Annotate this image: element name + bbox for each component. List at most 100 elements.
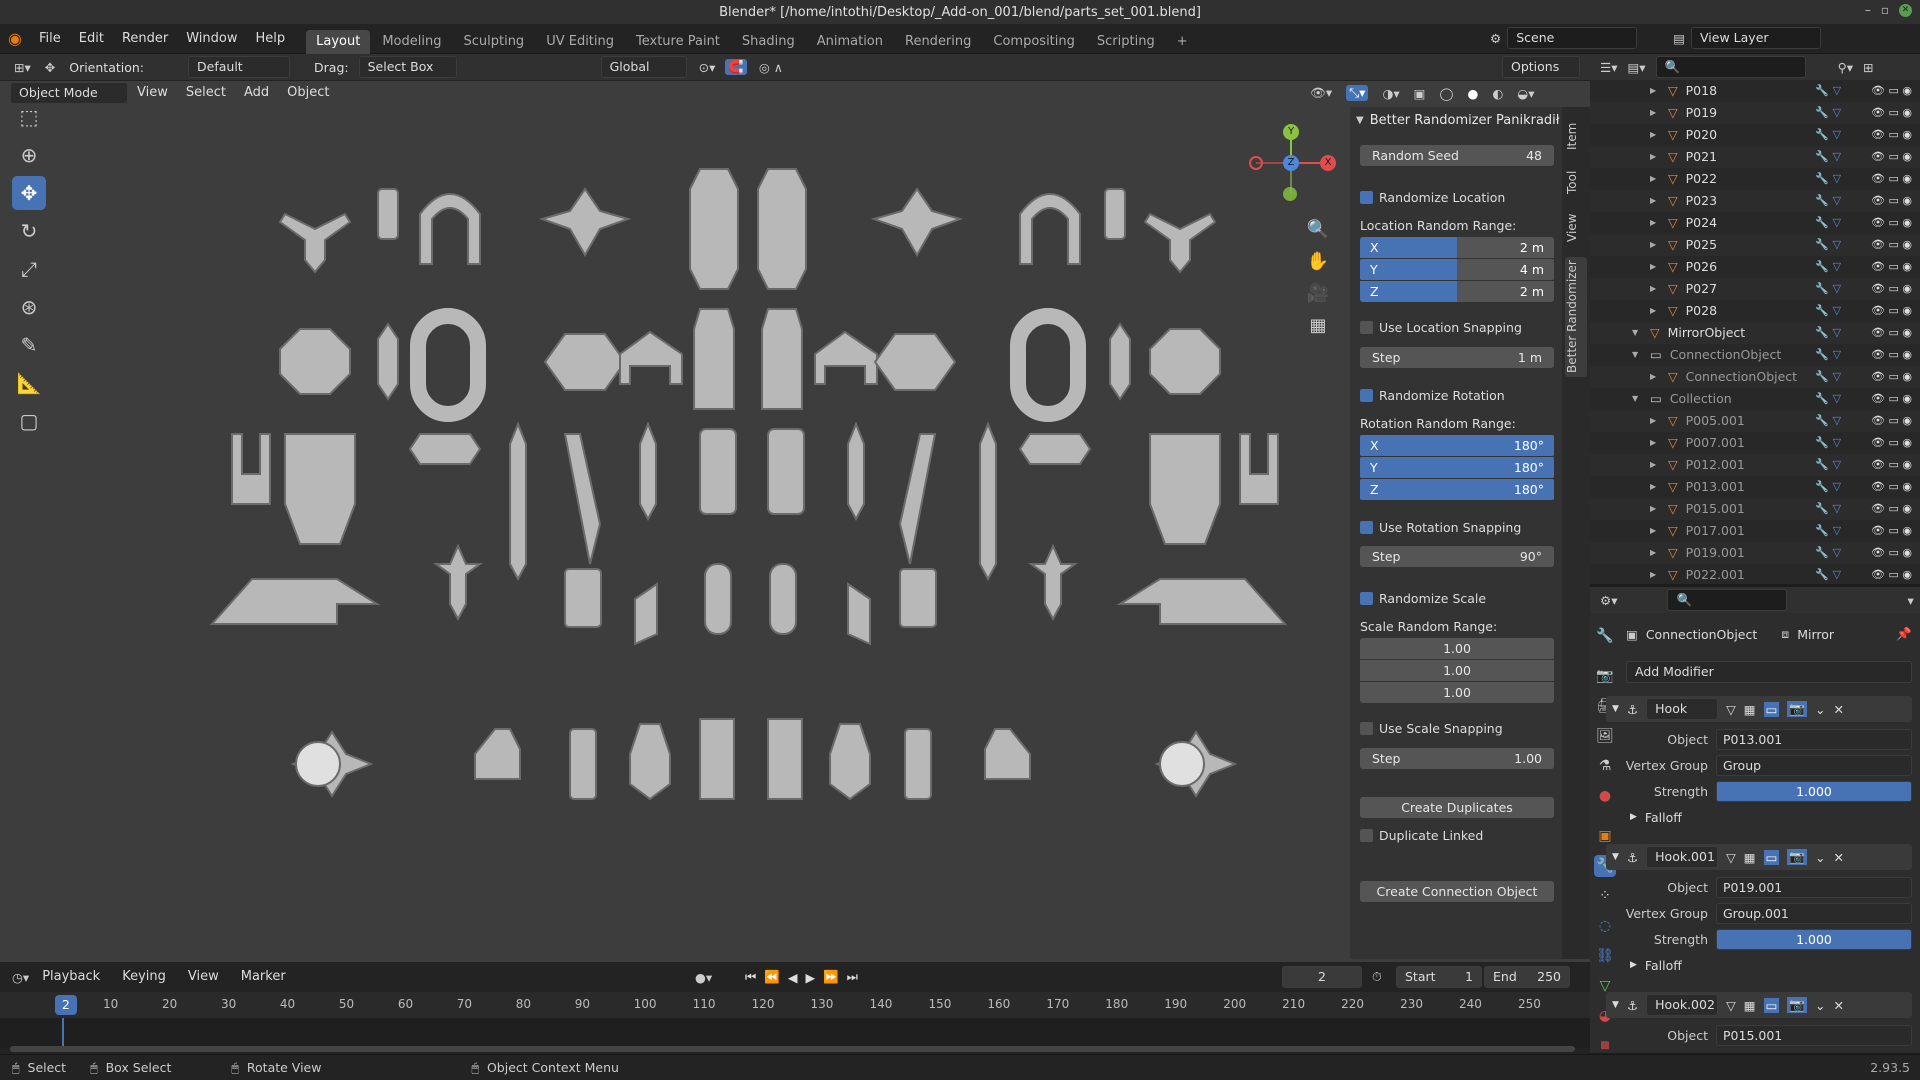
timeline-editor-icon[interactable]: ◷▾: [12, 970, 29, 985]
outliner-row[interactable]: ▼ ▽ MirrorObject 🔧 ▽ 👁 ▭ ◉: [1590, 322, 1920, 344]
shading-render-icon[interactable]: ◒▾: [1517, 86, 1534, 101]
display-mode-icon[interactable]: ▤▾: [1627, 60, 1645, 75]
duplicate-linked-checkbox[interactable]: Duplicate Linked: [1360, 828, 1554, 843]
outliner-row[interactable]: ▼ ▭ Collection 🔧 ▽ 👁 ▭ ◉: [1590, 388, 1920, 410]
edit-mode-icon[interactable]: ▽: [1726, 850, 1736, 865]
rotation-step-field[interactable]: Step 90°: [1360, 546, 1554, 567]
visibility-eye-icon[interactable]: 👁 ▭ ◉: [1871, 476, 1912, 498]
tab-item[interactable]: Item: [1565, 117, 1587, 155]
collapse-icon[interactable]: ▼: [1612, 852, 1619, 862]
modifier-menu-icon[interactable]: ⌄: [1815, 850, 1825, 865]
outliner-editor-icon[interactable]: ☰▾: [1600, 60, 1617, 75]
rotation-z-slider[interactable]: Z 180°: [1360, 479, 1554, 500]
tab-shading[interactable]: Shading: [732, 30, 805, 54]
modifier-name-field[interactable]: Hook.002: [1646, 994, 1719, 1016]
visibility-eye-icon[interactable]: 👁 ▭ ◉: [1871, 234, 1912, 256]
menu-keying[interactable]: Keying: [113, 962, 175, 992]
visibility-eye-icon[interactable]: 👁 ▭ ◉: [1871, 410, 1912, 432]
vertex-group-field[interactable]: Group: [1716, 754, 1912, 776]
scale-x-field[interactable]: 1.00: [1360, 638, 1554, 659]
edit-mode-icon[interactable]: ▽: [1726, 998, 1736, 1013]
visibility-eye-icon[interactable]: 👁 ▭ ◉: [1871, 190, 1912, 212]
visibility-eye-icon[interactable]: 👁 ▭ ◉: [1871, 344, 1912, 366]
scale-y-field[interactable]: 1.00: [1360, 660, 1554, 681]
viewport-display-icon[interactable]: ▭: [1763, 849, 1780, 865]
properties-editor-icon[interactable]: ⚙▾: [1600, 593, 1617, 608]
timeline-track-area[interactable]: [0, 1018, 1590, 1048]
tab-texture-paint[interactable]: Texture Paint: [626, 30, 730, 54]
tab-compositing[interactable]: Compositing: [983, 30, 1085, 54]
expand-arrow-icon[interactable]: ▶: [1650, 124, 1664, 146]
expand-arrow-icon[interactable]: ▶: [1650, 102, 1664, 124]
viewport-objects[interactable]: [0, 54, 1350, 962]
scale-z-field[interactable]: 1.00: [1360, 682, 1554, 703]
jump-end-icon[interactable]: ⏭: [847, 969, 858, 985]
tab-rendering[interactable]: Rendering: [895, 30, 981, 54]
outliner-row[interactable]: ▼ ▭ ConnectionObject 🔧 ▽ 👁 ▭ ◉: [1590, 344, 1920, 366]
visibility-eye-icon[interactable]: 👁 ▭ ◉: [1871, 80, 1912, 102]
expand-arrow-icon[interactable]: ▶: [1650, 256, 1664, 278]
visibility-eye-icon[interactable]: 👁 ▭ ◉: [1871, 432, 1912, 454]
location-z-slider[interactable]: Z2 m: [1360, 281, 1554, 302]
properties-options-icon[interactable]: ▾: [1907, 593, 1913, 608]
overlay-icon[interactable]: ◑▾: [1382, 86, 1399, 101]
play-reverse-icon[interactable]: ◀: [788, 970, 798, 985]
expand-arrow-icon[interactable]: ▶: [1650, 454, 1664, 476]
gizmo-y-icon[interactable]: Y: [1283, 124, 1299, 140]
render-display-icon[interactable]: 📷: [1787, 849, 1807, 865]
expand-arrow-icon[interactable]: ▶: [1650, 564, 1664, 584]
render-display-icon[interactable]: 📷: [1787, 997, 1807, 1013]
tab-view[interactable]: View: [1565, 209, 1587, 247]
jump-keyframe-forward-icon[interactable]: ⏩: [823, 969, 839, 985]
menu-window[interactable]: Window: [177, 24, 246, 54]
expand-arrow-icon[interactable]: ▶: [1650, 542, 1664, 564]
expand-arrow-icon[interactable]: ▶: [1650, 432, 1664, 454]
cage-icon[interactable]: ▦: [1744, 850, 1756, 865]
gizmo-neg-y-icon[interactable]: [1283, 187, 1297, 201]
outliner-row[interactable]: ▶ ▽ P026 🔧 ▽ 👁 ▭ ◉: [1590, 256, 1920, 278]
randomize-rotation-checkbox[interactable]: Randomize Rotation: [1360, 388, 1554, 403]
render-props-icon[interactable]: 📷: [1594, 665, 1616, 687]
tab-animation[interactable]: Animation: [807, 30, 893, 54]
xray-icon[interactable]: ▣: [1414, 86, 1426, 101]
menu-render[interactable]: Render: [113, 24, 177, 54]
randomize-scale-checkbox[interactable]: Randomize Scale: [1360, 591, 1554, 606]
tab-layout[interactable]: Layout: [306, 29, 371, 54]
close-icon[interactable]: ✕: [1899, 3, 1912, 17]
visibility-eye-icon[interactable]: 👁 ▭ ◉: [1871, 564, 1912, 584]
timeline-scrollbar[interactable]: [10, 1046, 1575, 1052]
cage-icon[interactable]: ▦: [1744, 702, 1756, 717]
strength-slider[interactable]: 1.000: [1716, 928, 1912, 950]
outliner-row[interactable]: ▶ ▽ P020 🔧 ▽ 👁 ▭ ◉: [1590, 124, 1920, 146]
gizmo-neg-x-icon[interactable]: [1249, 156, 1263, 170]
visibility-eye-icon[interactable]: 👁 ▭ ◉: [1871, 102, 1912, 124]
visibility-eye-icon[interactable]: 👁 ▭ ◉: [1871, 454, 1912, 476]
modifier-name-field[interactable]: Hook.001: [1646, 846, 1719, 868]
gizmo-x-icon[interactable]: X: [1320, 155, 1336, 171]
outliner-row[interactable]: ▶ ▽ P028 🔧 ▽ 👁 ▭ ◉: [1590, 300, 1920, 322]
visibility-eye-icon[interactable]: 👁 ▭ ◉: [1871, 322, 1912, 344]
outliner-row[interactable]: ▶ ▽ ConnectionObject 🔧 ▽ 👁 ▭ ◉: [1590, 366, 1920, 388]
collapse-arrow-icon[interactable]: ▼: [1356, 115, 1364, 126]
outliner-row[interactable]: ▶ ▽ P017.001 🔧 ▽ 👁 ▭ ◉: [1590, 520, 1920, 542]
visibility-eye-icon[interactable]: 👁 ▭ ◉: [1871, 542, 1912, 564]
outliner-row[interactable]: ▶ ▽ P015.001 🔧 ▽ 👁 ▭ ◉: [1590, 498, 1920, 520]
visibility-eye-icon[interactable]: 👁 ▭ ◉: [1871, 366, 1912, 388]
scene-selector[interactable]: Scene: [1507, 27, 1638, 49]
outliner-row[interactable]: ▶ ▽ P012.001 🔧 ▽ 👁 ▭ ◉: [1590, 454, 1920, 476]
falloff-subpanel[interactable]: Falloff: [1645, 810, 1682, 825]
outliner-row[interactable]: ▶ ▽ P005.001 🔧 ▽ 👁 ▭ ◉: [1590, 410, 1920, 432]
menu-playback[interactable]: Playback: [33, 962, 109, 992]
visibility-eye-icon[interactable]: 👁 ▭ ◉: [1871, 278, 1912, 300]
visibility-eye-icon[interactable]: 👁 ▭ ◉: [1871, 256, 1912, 278]
tab-sculpting[interactable]: Sculpting: [453, 30, 534, 54]
gizmo-z-icon[interactable]: Z: [1283, 155, 1299, 171]
expand-arrow-icon[interactable]: ▶: [1650, 190, 1664, 212]
options-dropdown[interactable]: Options: [1502, 56, 1580, 78]
add-workspace-icon[interactable]: +: [1167, 30, 1198, 54]
use-location-snapping-checkbox[interactable]: Use Location Snapping: [1360, 320, 1554, 335]
menu-timeline-view[interactable]: View: [179, 962, 228, 992]
tool-props-icon[interactable]: 🔧: [1594, 625, 1616, 647]
tab-modeling[interactable]: Modeling: [372, 30, 451, 54]
remove-modifier-icon[interactable]: ✕: [1833, 850, 1843, 865]
